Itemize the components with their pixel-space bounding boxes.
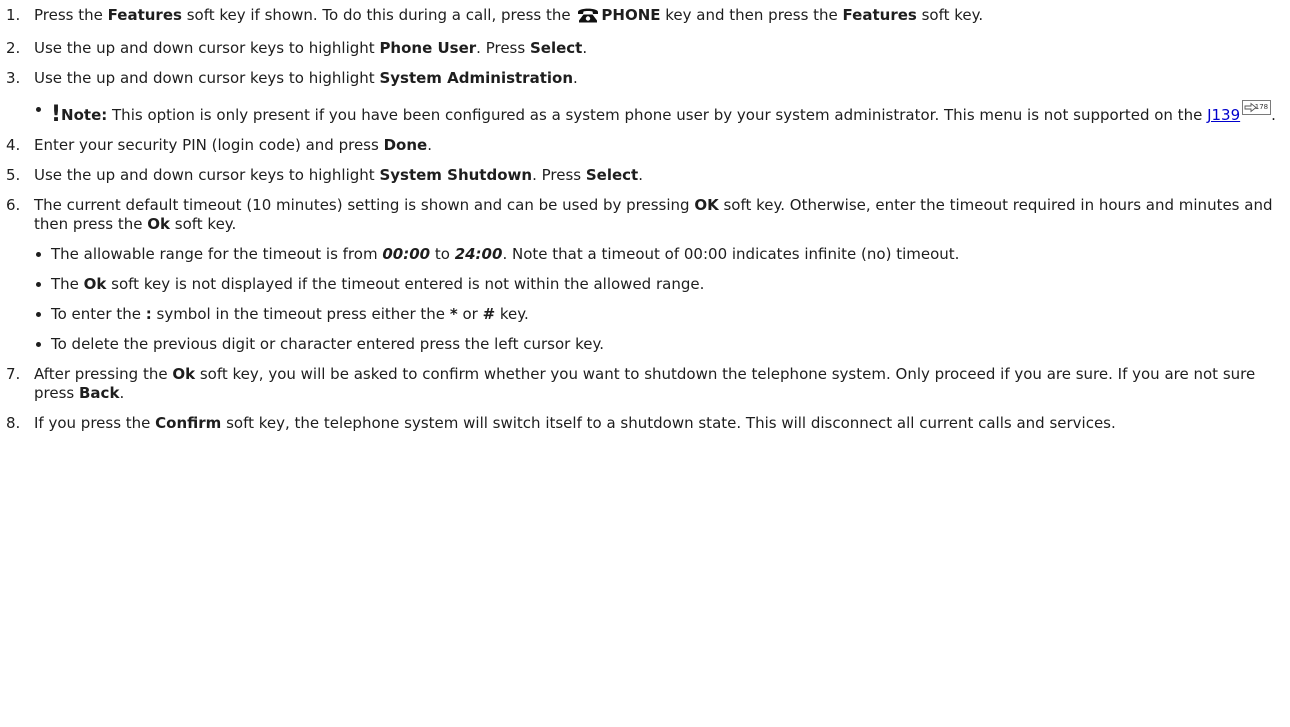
list-item: The Ok soft key is not displayed if the …: [34, 275, 1282, 294]
note-label: Note:: [61, 106, 108, 124]
features-key-label: Features: [107, 6, 182, 24]
step-number: 5.: [6, 166, 21, 184]
step-6: 6. The current default timeout (10 minut…: [0, 196, 1282, 354]
list-item: The allowable range for the timeout is f…: [34, 245, 1282, 264]
list-item: To delete the previous digit or characte…: [34, 335, 1282, 354]
step-5: 5. Use the up and down cursor keys to hi…: [6, 166, 643, 184]
warning-icon: !: [51, 102, 62, 127]
note-list: !Note: This option is only present if yo…: [34, 100, 1282, 127]
step-number: 7.: [6, 365, 21, 383]
step-1: 1. Press the Features soft key if shown.…: [0, 6, 1282, 28]
step-8: 8. If you press the Confirm soft key, th…: [6, 414, 1116, 432]
step-number: 1.: [6, 6, 21, 24]
step-2: 2. Use the up and down cursor keys to hi…: [6, 39, 588, 57]
document-content: 1. Press the Features soft key if shown.…: [0, 0, 1290, 433]
steps-list: 1. Press the Features soft key if shown.…: [0, 6, 1282, 433]
list-item: To enter the : symbol in the timeout pre…: [34, 305, 1282, 324]
phone-key-label: PHONE: [601, 6, 661, 24]
step-number: 8.: [6, 414, 21, 432]
step-number: 6.: [6, 196, 21, 214]
page-reference-icon[interactable]: 178: [1242, 100, 1272, 115]
page-reference-number: 178: [1254, 103, 1269, 111]
timeout-notes-list: The allowable range for the timeout is f…: [34, 245, 1282, 354]
step-number: 3.: [6, 69, 21, 87]
step-number: 4.: [6, 136, 21, 154]
step-4: 4. Enter your security PIN (login code) …: [6, 136, 432, 154]
features-key-label: Features: [842, 6, 917, 24]
note-item: !Note: This option is only present if yo…: [34, 100, 1282, 127]
j139-link[interactable]: J139: [1207, 106, 1240, 124]
phone-icon: [577, 6, 599, 28]
step-3: 3. Use the up and down cursor keys to hi…: [0, 69, 1282, 127]
step-number: 2.: [6, 39, 21, 57]
step-7: 7. After pressing the Ok soft key, you w…: [6, 365, 1256, 402]
